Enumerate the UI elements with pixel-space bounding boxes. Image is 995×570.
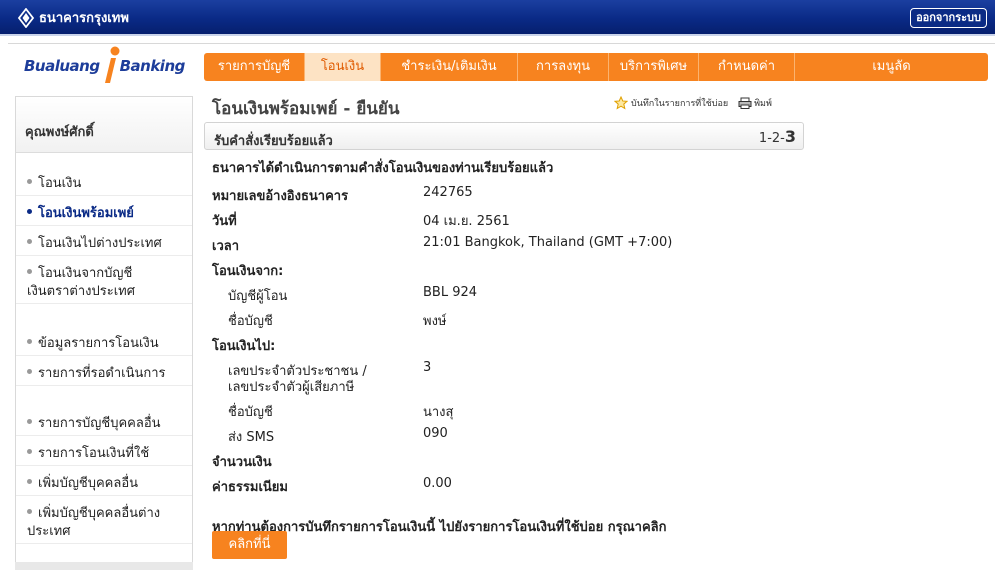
- time-label: เวลา: [212, 239, 240, 254]
- to-id-label-line2: เลขประจำตัวผู้เสียภาษี: [228, 380, 355, 395]
- bullet-icon: [27, 449, 32, 454]
- bullet-icon: [27, 269, 32, 274]
- from-name-value: พงษ์: [423, 314, 447, 329]
- brand-part2: Banking: [119, 57, 186, 75]
- bullet-icon: [27, 209, 32, 214]
- logout-button[interactable]: ออกจากระบบ: [910, 8, 987, 28]
- step-current: 3: [784, 127, 796, 146]
- sidebar-item-label: เงินตราต่างประเทศ: [27, 284, 135, 299]
- bullet-icon: [27, 339, 32, 344]
- print-link[interactable]: พิมพ์: [754, 96, 772, 110]
- sidebar-item-label: โอนเงิน: [38, 176, 82, 191]
- brand-part1: Bualuang: [24, 57, 100, 75]
- brand-logo[interactable]: Bualuang Banking: [8, 42, 196, 92]
- step-number: 1-2-3: [759, 127, 796, 146]
- sidebar-item-label: ประเทศ: [27, 524, 71, 539]
- star-icon[interactable]: [614, 96, 628, 110]
- from-name-label: ชื่อบัญชี: [228, 314, 273, 329]
- from-account-label: บัญชีผู้โอน: [228, 289, 288, 304]
- sidebar-item-label: รายการโอนเงินที่ใช้: [38, 446, 150, 461]
- bank-name: ธนาคารกรุงเทพ: [39, 11, 129, 26]
- ref-value: 242765: [423, 185, 473, 200]
- sidebar: คุณพงษ์ศักดิ์ โอนเงิน โอนเงินพร้อมเพย์ โ…: [15, 96, 193, 570]
- sidebar-item-other-accounts[interactable]: รายการบัญชีบุคคลอื่น: [16, 412, 192, 436]
- sidebar-item-fcd-transfer[interactable]: โอนเงินจากบัญชี เงินตราต่างประเทศ: [16, 262, 192, 304]
- nav-special-services[interactable]: บริการพิเศษ: [609, 53, 699, 81]
- to-name-label: ชื่อบัญชี: [228, 405, 273, 420]
- sidebar-item-label: ข้อมูลรายการโอนเงิน: [38, 336, 159, 351]
- bullet-icon: [27, 509, 32, 514]
- sidebar-item-favorites[interactable]: รายการโอนเงินที่ใช้: [16, 442, 192, 466]
- printer-icon[interactable]: [738, 97, 752, 109]
- nav-settings[interactable]: กำหนดค่า: [699, 53, 795, 81]
- bullet-icon: [27, 419, 32, 424]
- nav-shortcuts[interactable]: เมนูลัด: [795, 53, 988, 81]
- nav-accounts[interactable]: รายการบัญชี: [204, 53, 305, 81]
- date-value: 04 เม.ย. 2561: [423, 214, 510, 229]
- bullet-icon: [27, 239, 32, 244]
- bank-emblem-icon: [17, 7, 35, 28]
- ref-label: หมายเลขอ้างอิงธนาคาร: [212, 189, 349, 204]
- bullet-icon: [27, 479, 32, 484]
- bank-logo[interactable]: ธนาคารกรุงเทพ: [17, 7, 129, 28]
- sidebar-item-label: โอนเงินพร้อมเพย์: [38, 206, 134, 221]
- to-section-label: โอนเงินไป:: [212, 339, 276, 354]
- sms-value: 090: [423, 426, 448, 441]
- bullet-icon: [27, 179, 32, 184]
- sidebar-item-label: รายการบัญชีบุคคลอื่น: [38, 416, 161, 431]
- brand-i-icon: [105, 46, 120, 83]
- click-here-button[interactable]: คลิกที่นี่: [212, 531, 287, 559]
- main-nav: รายการบัญชี โอนเงิน ชำระเงิน/เติมเงิน กา…: [204, 53, 988, 81]
- step-prefix: 1-2-: [758, 131, 785, 146]
- nav-payment[interactable]: ชำระเงิน/เติมเงิน: [381, 53, 518, 81]
- sidebar-item-pending[interactable]: รายการที่รอดำเนินการ: [16, 362, 192, 386]
- sidebar-item-transfer-info[interactable]: ข้อมูลรายการโอนเงิน: [16, 332, 192, 356]
- page-title: โอนเงินพร้อมเพย์ - ยืนยัน: [212, 99, 400, 119]
- sidebar-item-promptpay[interactable]: โอนเงินพร้อมเพย์: [16, 202, 192, 226]
- to-name-value: นางสุ: [423, 405, 454, 420]
- sidebar-item-transfer[interactable]: โอนเงิน: [16, 172, 192, 196]
- success-message: ธนาคารได้ดำเนินการตามคำสั่งโอนเงินของท่า…: [212, 161, 554, 176]
- fee-value: 0.00: [423, 476, 452, 491]
- fee-label: ค่าธรรมเนียม: [212, 480, 288, 495]
- top-bar: ธนาคารกรุงเทพ ออกจากระบบ: [0, 0, 995, 36]
- to-id-value: 3: [423, 360, 432, 375]
- time-value: 21:01 Bangkok, Thailand (GMT +7:00): [423, 235, 673, 250]
- sidebar-item-add-other-intl[interactable]: เพิ่มบัญชีบุคคลอื่นต่าง ประเทศ: [16, 502, 192, 544]
- from-section-label: โอนเงินจาก:: [212, 264, 284, 279]
- sidebar-item-international[interactable]: โอนเงินไปต่างประเทศ: [16, 232, 192, 256]
- sidebar-item-label: เพิ่มบัญชีบุคคลอื่นต่าง: [38, 506, 161, 521]
- sidebar-item-label: โอนเงินจากบัญชี: [38, 266, 133, 281]
- amount-label: จำนวนเงิน: [212, 455, 272, 470]
- from-account-value: BBL 924: [423, 285, 478, 300]
- nav-investment[interactable]: การลงทุน: [518, 53, 609, 81]
- save-favorite-link[interactable]: บันทึกในรายการที่ใช้บ่อย: [631, 96, 728, 110]
- date-label: วันที่: [212, 214, 237, 229]
- page-tools: บันทึกในรายการที่ใช้บ่อย พิมพ์: [614, 96, 772, 110]
- sidebar-item-label: รายการที่รอดำเนินการ: [38, 366, 166, 381]
- sidebar-item-label: เพิ่มบัญชีบุคคลอื่น: [38, 476, 139, 491]
- step-label: รับคำสั่งเรียบร้อยแล้ว: [214, 134, 333, 149]
- sidebar-footer: [15, 562, 193, 570]
- sidebar-item-add-other[interactable]: เพิ่มบัญชีบุคคลอื่น: [16, 472, 192, 496]
- nav-transfer[interactable]: โอนเงิน: [305, 53, 381, 81]
- user-name: คุณพงษ์ศักดิ์: [16, 97, 192, 153]
- sms-label: ส่ง SMS: [228, 430, 275, 445]
- bullet-icon: [27, 369, 32, 374]
- sidebar-item-label: โอนเงินไปต่างประเทศ: [38, 236, 162, 251]
- step-indicator: รับคำสั่งเรียบร้อยแล้ว 1-2-3: [204, 122, 804, 150]
